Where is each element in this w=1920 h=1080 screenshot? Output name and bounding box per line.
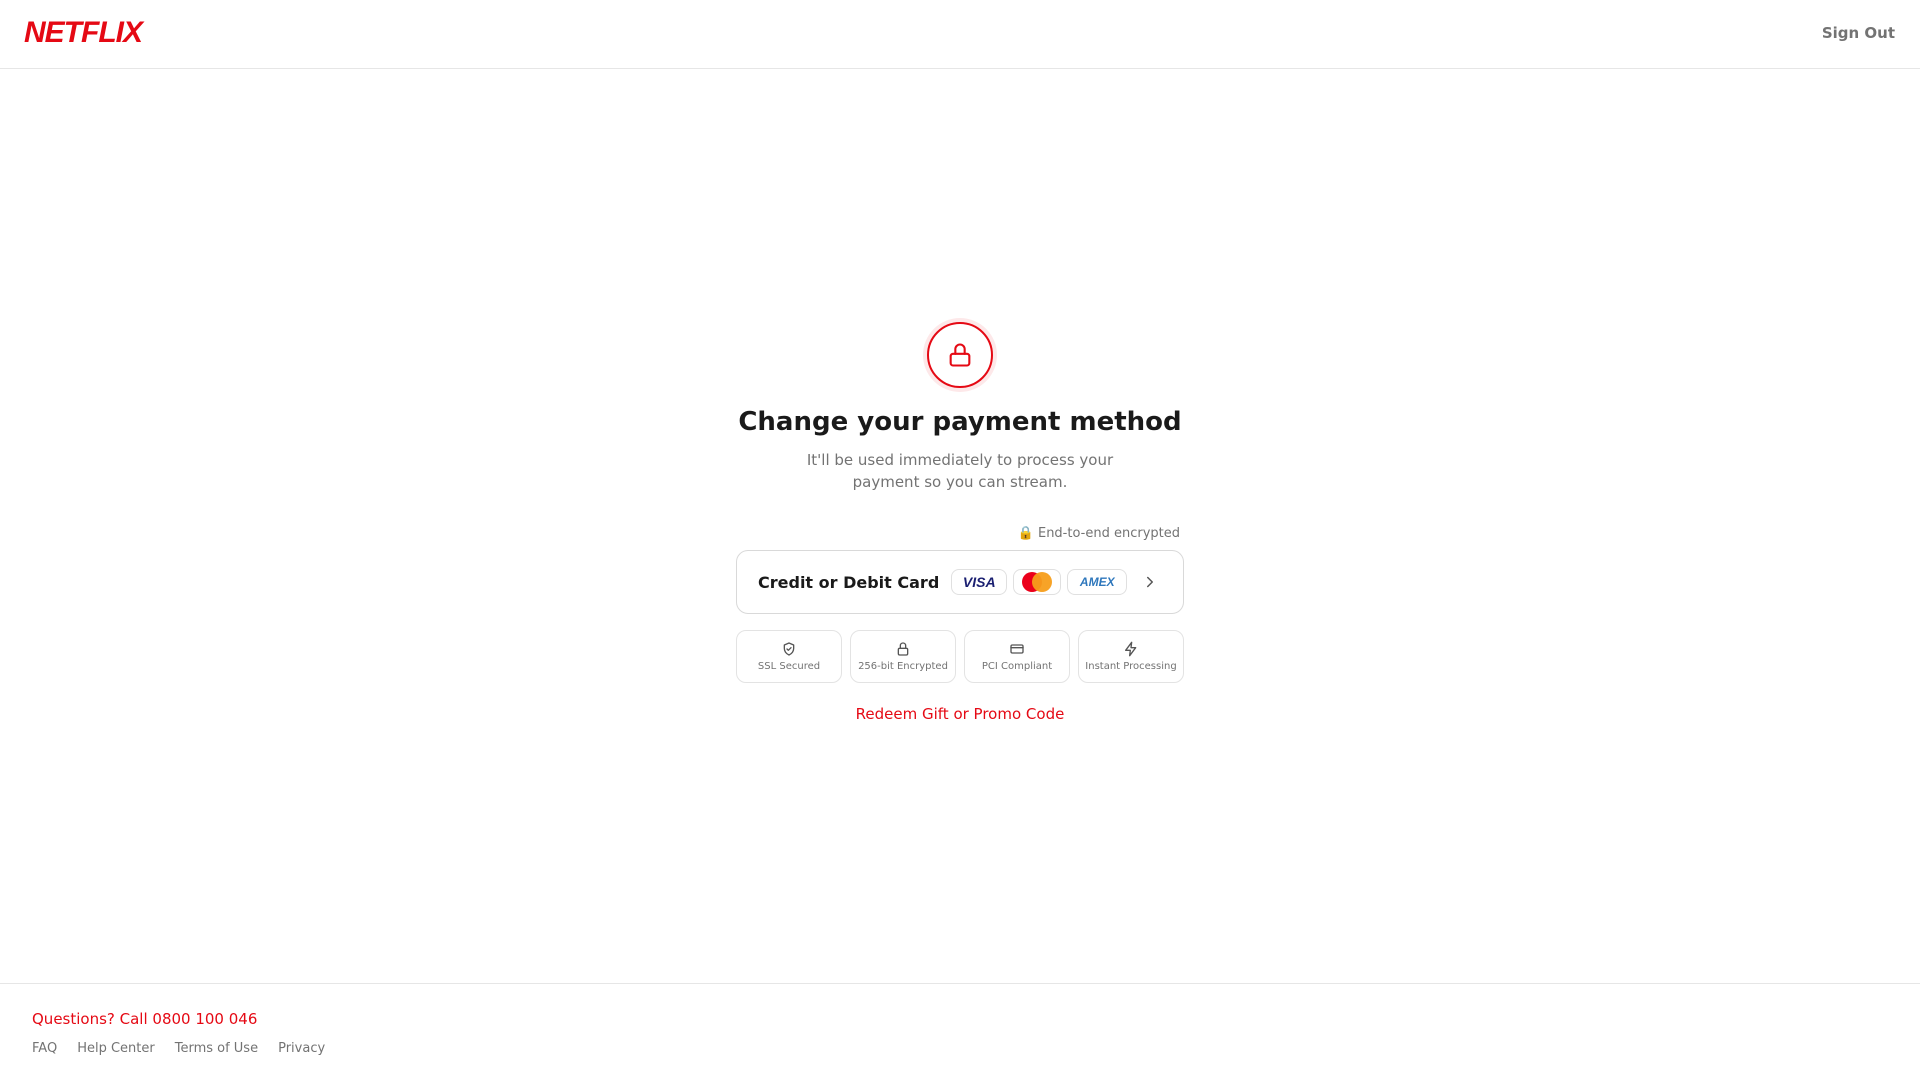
mastercard-logo bbox=[1013, 569, 1062, 595]
redeem-gift-promo-link[interactable]: Redeem Gift or Promo Code bbox=[0, 705, 1920, 723]
lock-icon bbox=[897, 642, 909, 656]
lightning-icon bbox=[1125, 641, 1137, 657]
security-badges: SSL Secured 256-bit Encrypted PCI Compli… bbox=[736, 630, 1184, 683]
questions-phone-link[interactable]: Questions? Call 0800 100 046 bbox=[32, 1010, 257, 1028]
lock-badge bbox=[923, 318, 997, 392]
badge-label: PCI Compliant bbox=[981, 661, 1053, 672]
subtitle-line-2: payment so you can stream. bbox=[852, 473, 1068, 491]
subtitle-line-1: It'll be used immediately to process you… bbox=[806, 451, 1114, 469]
page-title: Change your payment method bbox=[738, 407, 1182, 437]
lock-icon bbox=[949, 343, 971, 367]
credit-debit-card-option[interactable]: Credit or Debit Card VISA AMEX bbox=[736, 550, 1184, 614]
page-subtitle: It'll be used immediately to process you… bbox=[0, 449, 1920, 493]
badge-pci-compliant: PCI Compliant bbox=[964, 630, 1070, 683]
badge-ssl-secured: SSL Secured bbox=[736, 630, 842, 683]
payment-option-label: Credit or Debit Card bbox=[758, 572, 940, 592]
visa-logo: VISA bbox=[951, 569, 1008, 595]
header: NETFLIX Sign Out bbox=[0, 0, 1920, 69]
badge-label: 256-bit Encrypted bbox=[858, 661, 948, 672]
badge-instant-processing: Instant Processing bbox=[1078, 630, 1184, 683]
lock-circle bbox=[927, 322, 993, 388]
footer-link-terms[interactable]: Terms of Use bbox=[175, 1041, 258, 1056]
sign-out-link[interactable]: Sign Out bbox=[1822, 24, 1895, 42]
badge-label: Instant Processing bbox=[1085, 661, 1177, 672]
footer-link-privacy[interactable]: Privacy bbox=[278, 1041, 325, 1056]
encryption-note: 🔒 End-to-end encrypted bbox=[1017, 526, 1180, 541]
footer-link-help-center[interactable]: Help Center bbox=[77, 1041, 155, 1056]
amex-logo: AMEX bbox=[1067, 569, 1128, 595]
credit-card-icon bbox=[1010, 644, 1024, 654]
mastercard-icon bbox=[1022, 572, 1053, 592]
chevron-right-icon bbox=[1147, 576, 1153, 588]
footer-links: FAQ Help Center Terms of Use Privacy bbox=[32, 1041, 325, 1056]
shield-check-icon bbox=[783, 642, 795, 656]
badge-label: SSL Secured bbox=[757, 661, 821, 672]
netflix-logo[interactable]: NETFLIX bbox=[24, 16, 143, 50]
footer-link-faq[interactable]: FAQ bbox=[32, 1041, 57, 1056]
badge-256-bit-encrypted: 256-bit Encrypted bbox=[850, 630, 956, 683]
footer: Questions? Call 0800 100 046 FAQ Help Ce… bbox=[0, 983, 1920, 1080]
